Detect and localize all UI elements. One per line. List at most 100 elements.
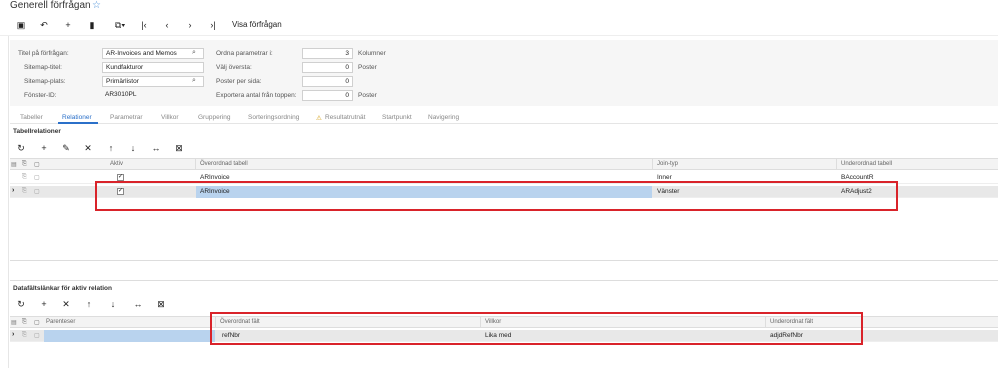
links-toolbar: ↻ + ✕ ↑ ↓ ↔ ⊠	[10, 296, 310, 312]
arrange-params-unit: Kolumner	[358, 50, 386, 57]
left-border	[8, 36, 9, 368]
relations-toolbar: ↻ + ✎ ✕ ↑ ↓ ↔ ⊠	[10, 140, 310, 156]
add-icon[interactable]: +	[38, 142, 50, 154]
add-icon[interactable]: +	[38, 298, 50, 310]
inquiry-title-field[interactable]: AR-Invoices and Memos	[102, 48, 204, 59]
fit-columns-icon[interactable]: ↔	[132, 298, 144, 310]
col-parentheses[interactable]: Parenteser	[46, 319, 75, 325]
records-per-page-label: Poster per sida:	[216, 78, 262, 85]
join-type-cell[interactable]: Vänster	[657, 188, 679, 195]
parent-field-cell[interactable]: refNbr	[222, 332, 240, 339]
tab-relations[interactable]: Relationer	[62, 114, 92, 121]
view-inquiry-button[interactable]: Visa förfrågan	[232, 20, 282, 29]
table-row[interactable]: ⎘ ▢ ✓ ARInvoice Inner BAccountR	[10, 172, 998, 184]
export-top-unit: Poster	[358, 92, 377, 99]
tab-result-grid[interactable]: Resultatrutnät	[325, 114, 365, 121]
previous-record-icon[interactable]: ‹	[160, 19, 174, 31]
child-table-cell[interactable]: ARAdjust2	[841, 188, 872, 195]
copy-paste-icon[interactable]: ⧉▾	[111, 19, 129, 31]
select-top-field[interactable]: 0	[302, 62, 353, 73]
table-row[interactable]: › ⎘ ▢ ✓ ARInvoice Vänster ARAdjust2	[10, 186, 998, 198]
records-per-page-field[interactable]: 0	[302, 76, 353, 87]
tab-tables[interactable]: Tabeller	[20, 114, 43, 121]
move-down-icon[interactable]: ↓	[127, 142, 139, 154]
warning-icon: ⚠	[316, 115, 322, 122]
favorite-star-icon[interactable]: ☆	[92, 0, 101, 11]
main-toolbar: ▣ ↶ + ▮ ⧉▾ |‹ ‹ › ›| Visa förfrågan	[0, 16, 998, 36]
export-top-label: Exportera antal från toppen:	[216, 92, 297, 99]
relations-section-title: Tabellrelationer	[13, 128, 61, 135]
add-icon[interactable]: +	[61, 19, 75, 31]
child-field-cell[interactable]: adjdRefNbr	[770, 332, 803, 339]
tab-entry-point[interactable]: Startpunkt	[382, 114, 412, 121]
move-up-icon[interactable]: ↑	[83, 298, 95, 310]
export-excel-icon[interactable]: ⊠	[155, 298, 167, 310]
save-icon[interactable]: ▣	[14, 19, 28, 31]
tab-parameters[interactable]: Parametrar	[110, 114, 143, 121]
settings-icon[interactable]: ▤	[11, 161, 17, 168]
attach-icon: ⎘	[22, 332, 27, 338]
edit-icon[interactable]: ✎	[60, 142, 72, 154]
active-checkbox[interactable]: ✓	[117, 174, 124, 181]
delete-icon[interactable]: ▮	[85, 19, 99, 31]
col-parent-field[interactable]: Överordnat fält	[220, 319, 260, 325]
table-row[interactable]: › ⎘ ▢ refNbr Lika med adjdRefNbr	[10, 330, 998, 342]
tab-grouping[interactable]: Gruppering	[198, 114, 231, 121]
export-excel-icon[interactable]: ⊠	[173, 142, 185, 154]
arrange-params-label: Ordna parametrar i:	[216, 50, 273, 57]
note-icon: ▢	[34, 320, 40, 326]
undo-icon[interactable]: ↶	[37, 19, 51, 31]
active-tab-underline	[58, 122, 98, 124]
refresh-icon[interactable]: ↻	[15, 142, 27, 154]
delete-row-icon[interactable]: ✕	[82, 142, 94, 154]
inquiry-title-label: Titel på förfrågan:	[18, 50, 69, 57]
active-checkbox[interactable]: ✓	[117, 188, 124, 195]
select-top-unit: Poster	[358, 64, 377, 71]
fit-columns-icon[interactable]: ↔	[150, 142, 162, 154]
links-section-title: Datafältslänkar för aktiv relation	[13, 285, 112, 292]
sitemap-title-field[interactable]: Kundfakturor	[102, 62, 204, 73]
tab-bar: Tabeller Relationer Parametrar Villkor G…	[10, 112, 998, 124]
attach-icon: ⎘	[22, 174, 27, 180]
col-child-field[interactable]: Underordnat fält	[770, 319, 813, 325]
attach-icon: ⎘	[22, 161, 27, 167]
col-child-table[interactable]: Underordnad tabell	[841, 161, 892, 167]
search-icon[interactable]: ⌕	[192, 77, 196, 85]
col-active[interactable]: Aktiv	[110, 161, 123, 167]
move-down-icon[interactable]: ↓	[107, 298, 119, 310]
parent-table-cell[interactable]: ARInvoice	[200, 174, 230, 181]
relations-grid-bottom	[10, 260, 998, 261]
move-up-icon[interactable]: ↑	[105, 142, 117, 154]
join-type-cell[interactable]: Inner	[657, 174, 672, 181]
search-icon[interactable]: ⌕	[192, 49, 196, 57]
first-record-icon[interactable]: |‹	[137, 19, 151, 31]
relations-grid: ▤ ⎘ ▢ Aktiv Överordnad tabell Join-typ U…	[10, 158, 998, 260]
col-condition[interactable]: Villkor	[485, 319, 501, 325]
current-row-arrow-icon: ›	[12, 187, 15, 194]
col-join-type[interactable]: Join-typ	[657, 161, 678, 167]
current-row-arrow-icon: ›	[12, 331, 15, 338]
arrange-params-field[interactable]: 3	[302, 48, 353, 59]
tab-sort-order[interactable]: Sorteringsordning	[248, 114, 299, 121]
delete-row-icon[interactable]: ✕	[60, 298, 72, 310]
tab-navigation[interactable]: Navigering	[428, 114, 459, 121]
page-title: Generell förfrågan	[10, 0, 91, 11]
attach-icon: ⎘	[22, 319, 27, 325]
sitemap-location-field[interactable]: Primärlistor	[102, 76, 204, 87]
last-record-icon[interactable]: ›|	[206, 19, 220, 31]
condition-cell[interactable]: Lika med	[485, 332, 511, 339]
col-parent-table[interactable]: Överordnad tabell	[200, 161, 248, 167]
form-area: Titel på förfrågan: AR-Invoices and Memo…	[10, 40, 998, 106]
selected-cell-bg	[196, 186, 652, 198]
links-grid-header: ▤ ⎘ ▢ Parenteser Överordnat fält Villkor…	[10, 317, 998, 328]
settings-icon[interactable]: ▤	[11, 319, 17, 326]
splitter[interactable]	[10, 280, 998, 281]
refresh-icon[interactable]: ↻	[15, 298, 27, 310]
parent-table-cell[interactable]: ARInvoice	[200, 188, 230, 195]
screen-id-value: AR3010PL	[105, 91, 137, 98]
next-record-icon[interactable]: ›	[183, 19, 197, 31]
tab-conditions[interactable]: Villkor	[161, 114, 179, 121]
export-top-field[interactable]: 0	[302, 90, 353, 101]
note-icon: ▢	[34, 333, 40, 339]
child-table-cell[interactable]: BAccountR	[841, 174, 874, 181]
